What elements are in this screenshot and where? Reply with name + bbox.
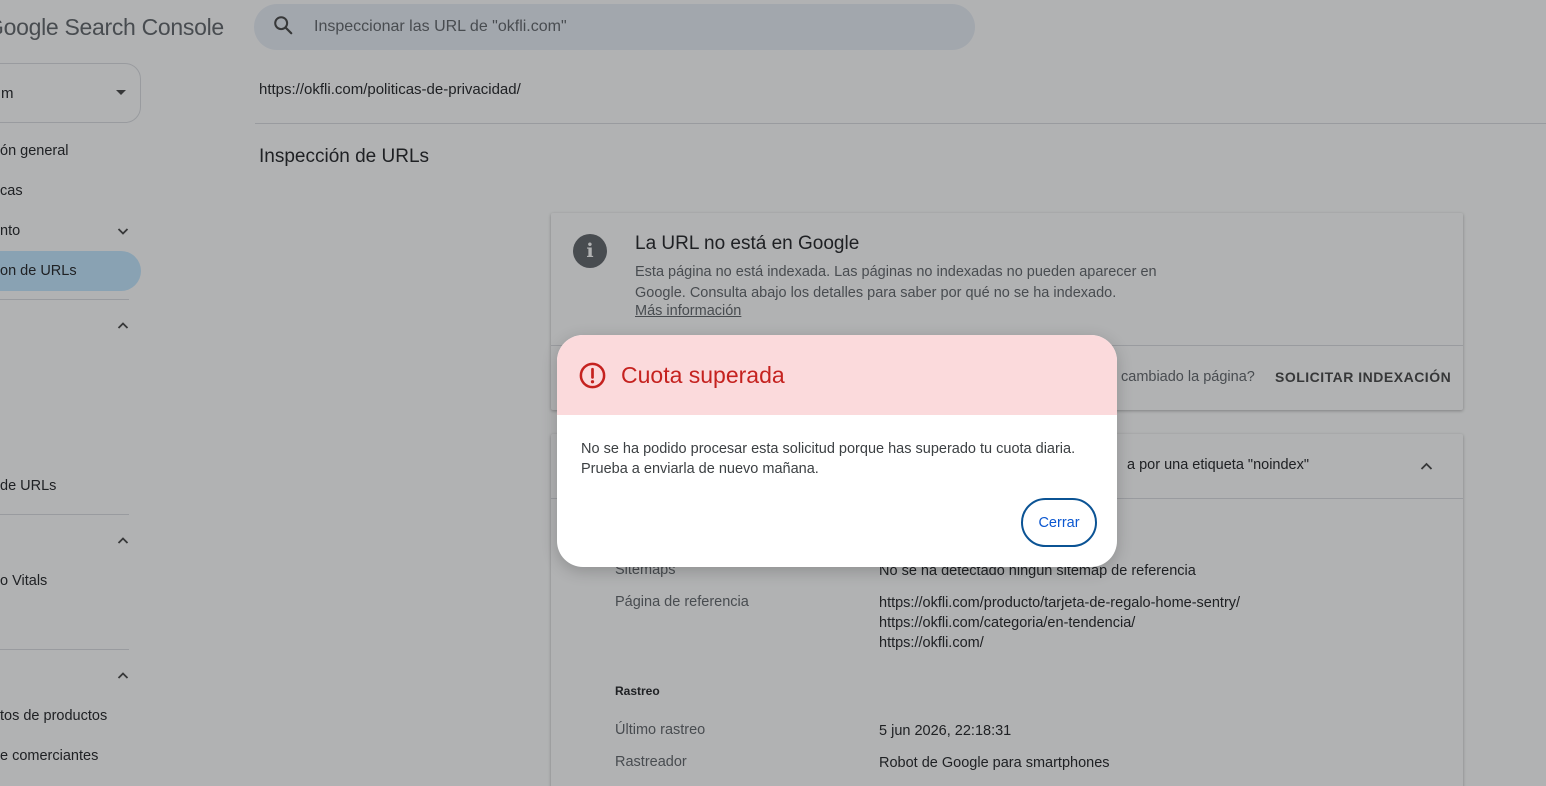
error-icon (578, 361, 607, 390)
dialog-message: No se ha podido procesar esta solicitud … (581, 439, 1091, 479)
close-button[interactable]: Cerrar (1021, 498, 1097, 547)
dialog-title: Cuota superada (621, 361, 785, 388)
dialog-message-line: No se ha podido procesar esta solicitud … (581, 441, 1076, 457)
dialog-message-line: Prueba a enviarla de nuevo mañana. (581, 461, 819, 477)
dialog-header: Cuota superada (557, 335, 1117, 415)
quota-exceeded-dialog: Cuota superada No se ha podido procesar … (557, 335, 1117, 567)
